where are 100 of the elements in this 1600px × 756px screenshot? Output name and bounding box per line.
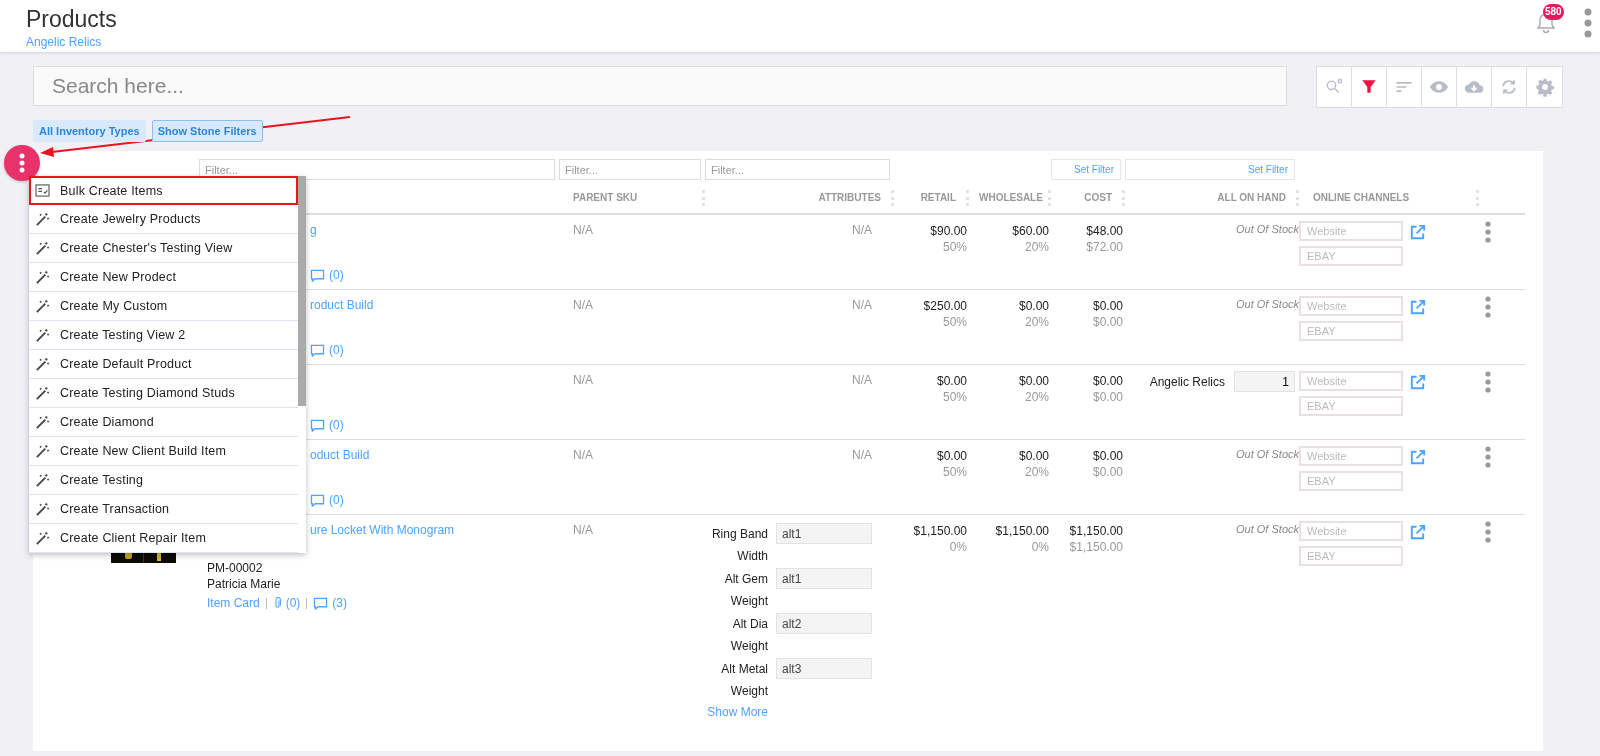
attribute-field[interactable]: alt1 — [776, 568, 872, 589]
menu-item[interactable]: Create Chester's Testing View — [29, 234, 298, 263]
row-menu-icon[interactable] — [1485, 521, 1491, 543]
row-menu-icon[interactable] — [1485, 296, 1491, 318]
column-header[interactable]: ATTRIBUTES — [705, 190, 894, 206]
filter-chip[interactable]: All Inventory Types — [33, 120, 146, 142]
stock-status: Out Of Stock — [1236, 448, 1299, 460]
attribute-field[interactable]: alt1 — [776, 523, 872, 544]
stock-status: Out Of Stock — [1236, 298, 1299, 310]
magic-wand-icon — [35, 385, 50, 401]
attribute-field[interactable]: alt2 — [776, 613, 872, 634]
wholesale-price: $0.00 — [1018, 448, 1049, 464]
menu-item[interactable]: Create Testing Diamond Studs — [29, 379, 298, 408]
filter-field[interactable]: Filter... — [559, 159, 701, 180]
menu-item[interactable]: Create Transaction — [29, 495, 298, 524]
external-link-icon[interactable] — [1408, 373, 1427, 392]
column-header[interactable]: COST — [1051, 190, 1125, 206]
comments-link[interactable]: (3) — [332, 595, 348, 611]
store-link[interactable]: Angelic Relics — [26, 35, 117, 49]
parent-sku: N/A — [573, 523, 593, 537]
filter-chip[interactable]: Show Stone Filters — [151, 120, 263, 142]
column-header[interactable]: PARENT SKU — [559, 190, 705, 206]
filter-field[interactable]: Filter... — [199, 159, 555, 180]
menu-item[interactable]: Create New Client Build Item — [29, 437, 298, 466]
magic-wand-icon — [35, 472, 50, 488]
channel-field[interactable]: Website — [1299, 371, 1403, 391]
external-link-icon[interactable] — [1408, 298, 1427, 317]
channel-field[interactable]: EBAY — [1299, 471, 1403, 491]
attachments-link[interactable]: (0) — [285, 595, 301, 611]
channel-field[interactable]: Website — [1299, 521, 1403, 541]
retail-margin: 50% — [942, 239, 967, 255]
menu-item[interactable]: Create Testing — [29, 466, 298, 495]
channel-field[interactable]: Website — [1299, 446, 1403, 466]
cost-price: $0.00 — [1092, 448, 1123, 464]
channel-field[interactable]: EBAY — [1299, 246, 1403, 266]
cost-secondary: $0.00 — [1092, 464, 1123, 480]
cost-price: $0.00 — [1092, 373, 1123, 389]
external-link-icon[interactable] — [1408, 523, 1427, 542]
menu-item[interactable]: Create Default Product — [29, 350, 298, 379]
sync-icon — [1499, 77, 1519, 97]
paperclip-icon — [272, 596, 282, 610]
comment-icon — [310, 343, 325, 357]
comment-icon — [310, 418, 325, 432]
magic-wand-icon — [35, 501, 50, 517]
menu-item[interactable]: Create New Prodect — [29, 263, 298, 292]
set-filter-button[interactable]: Set Filter — [1051, 159, 1121, 180]
menu-item[interactable]: Create Client Repair Item — [29, 524, 298, 553]
external-link-icon[interactable] — [1408, 223, 1427, 242]
menu-item[interactable]: Create Jewelry Products — [29, 205, 298, 234]
quantity-field[interactable]: 1 — [1234, 371, 1295, 392]
comments-link[interactable]: (0) — [329, 492, 344, 508]
more-icon[interactable] — [1584, 8, 1592, 38]
retail-price: $0.00 — [936, 373, 967, 389]
menu-item[interactable]: Create Diamond — [29, 408, 298, 437]
column-header[interactable]: WHOLESALE — [969, 190, 1051, 206]
more-button[interactable] — [4, 145, 40, 181]
notification-count: 580 — [1543, 4, 1564, 20]
cost-secondary: $0.00 — [1092, 389, 1123, 405]
channel-field[interactable]: EBAY — [1299, 321, 1403, 341]
kebab-icon — [19, 153, 25, 173]
magic-wand-icon — [35, 327, 50, 343]
show-more-link[interactable]: Show More — [707, 705, 768, 719]
customer-name: Patricia Marie — [207, 576, 282, 592]
cost-price: $0.00 — [1092, 298, 1123, 314]
attributes-value: N/A — [852, 223, 872, 237]
row-menu-icon[interactable] — [1485, 221, 1491, 243]
set-filter-button[interactable]: Set Filter — [1125, 159, 1295, 180]
comments-link[interactable]: (0) — [329, 342, 344, 358]
wholesale-margin: 20% — [1024, 464, 1049, 480]
filter-field[interactable]: Filter... — [705, 159, 890, 180]
comments-link[interactable]: (0) — [329, 267, 344, 283]
comments-link[interactable]: (0) — [329, 417, 344, 433]
retail-price: $1,150.00 — [913, 523, 967, 539]
magic-wand-icon — [35, 356, 50, 372]
scrollbar[interactable] — [298, 176, 306, 406]
row-menu-icon[interactable] — [1485, 371, 1491, 393]
sku-text: PM-00002 — [207, 560, 264, 576]
attribute-label: Alt Metal Weight — [720, 661, 768, 700]
page-title: Products — [26, 5, 117, 33]
item-card-link[interactable]: Item Card — [207, 595, 260, 611]
channel-field[interactable]: Website — [1299, 296, 1403, 316]
menu-item[interactable]: Create My Custom — [29, 292, 298, 321]
column-header[interactable]: RETAIL — [894, 190, 969, 206]
channel-field[interactable]: EBAY — [1299, 396, 1403, 416]
menu-item[interactable]: Bulk Create Items — [29, 176, 298, 205]
external-link-icon[interactable] — [1408, 448, 1427, 467]
search-field[interactable]: Search here... — [33, 66, 1287, 106]
attribute-field[interactable]: alt3 — [776, 658, 872, 679]
row-menu-icon[interactable] — [1485, 446, 1491, 468]
retail-price: $0.00 — [936, 448, 967, 464]
column-header[interactable]: ONLINE CHANNELS — [1299, 190, 1479, 206]
channel-field[interactable]: EBAY — [1299, 546, 1403, 566]
parent-sku: N/A — [573, 223, 593, 237]
wholesale-price: $60.00 — [1012, 223, 1049, 239]
magic-wand-icon — [35, 211, 50, 227]
wholesale-margin: 20% — [1024, 314, 1049, 330]
channel-field[interactable]: Website — [1299, 221, 1403, 241]
column-header[interactable]: ALL ON HAND — [1125, 190, 1299, 206]
retail-price: $90.00 — [930, 223, 967, 239]
menu-item[interactable]: Create Testing View 2 — [29, 321, 298, 350]
